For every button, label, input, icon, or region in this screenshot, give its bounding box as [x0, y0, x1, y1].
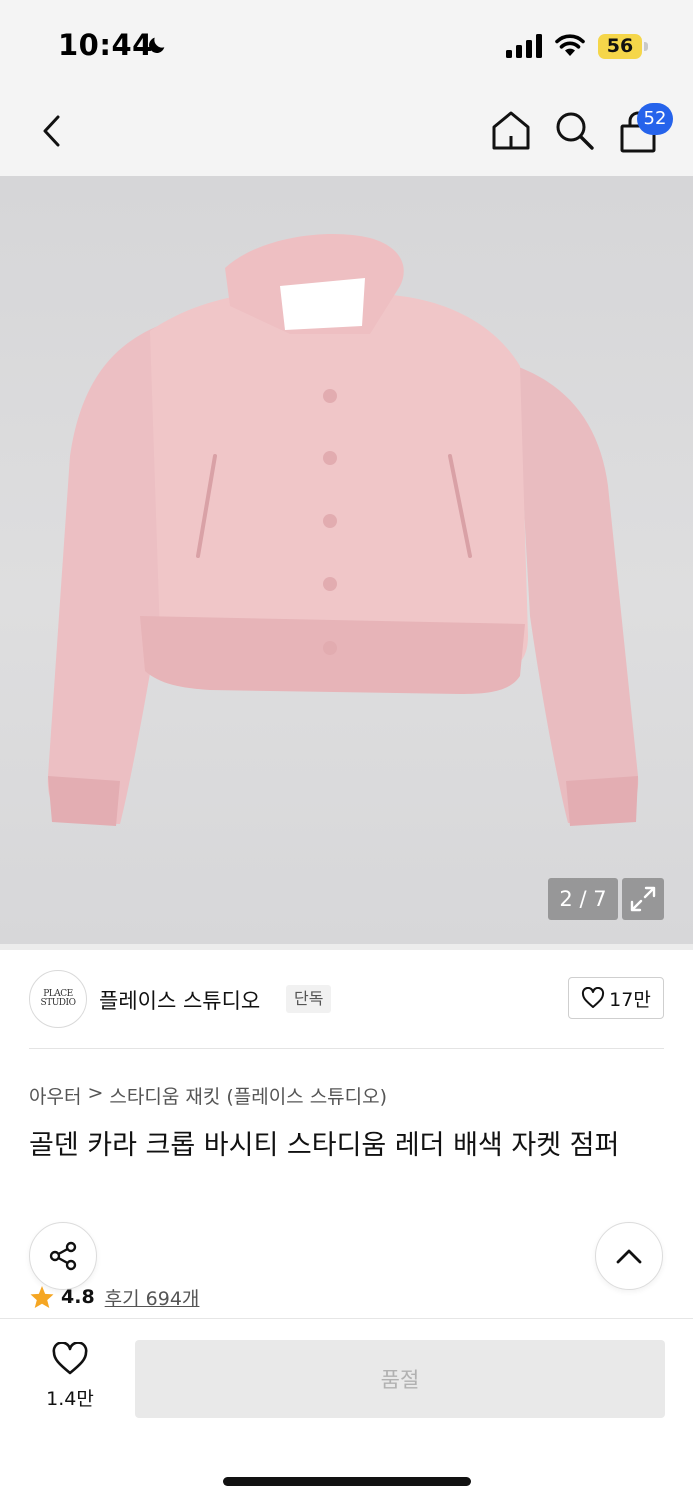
star-icon	[30, 1286, 54, 1308]
share-icon	[49, 1241, 77, 1271]
review-link[interactable]: 후기 694개	[105, 1284, 200, 1311]
product-image-gallery[interactable]	[0, 176, 693, 944]
brand-name[interactable]: 플레이스 스튜디오	[99, 985, 260, 1015]
home-indicator	[223, 1477, 471, 1486]
share-button[interactable]	[29, 1222, 97, 1290]
home-icon[interactable]	[489, 108, 533, 152]
scroll-top-button[interactable]	[595, 1222, 663, 1290]
brand-logo[interactable]: PLACE STUDIO	[29, 970, 87, 1028]
wifi-icon	[555, 34, 585, 56]
expand-button[interactable]	[622, 878, 664, 920]
moon-icon	[149, 37, 165, 53]
bottom-divider	[0, 1318, 693, 1319]
status-time: 10:44	[58, 28, 153, 62]
soldout-button[interactable]: 품절	[135, 1340, 665, 1418]
battery-tip	[644, 42, 648, 51]
brand-like-button[interactable]: 17만	[568, 977, 664, 1019]
status-bar: 10:44 56	[0, 0, 693, 90]
rating-row: 4.8 후기 694개	[29, 1282, 199, 1312]
heart-icon	[582, 987, 605, 1008]
back-icon	[43, 115, 60, 147]
search-icon[interactable]	[552, 108, 596, 152]
wishlist-count: 1.4만	[46, 1388, 94, 1410]
battery-level: 56	[606, 35, 634, 57]
image-counter: 2 / 7	[548, 878, 618, 920]
brand-logo-text: PLACE STUDIO	[40, 989, 76, 1008]
breadcrumb: 아우터 > 스타디움 재킷 (플레이스 스튜디오)	[29, 1082, 387, 1109]
brand-like-count: 17만	[609, 988, 651, 1011]
product-title: 골덴 카라 크롭 바시티 스타디움 레더 배색 자켓 점퍼	[29, 1130, 620, 1161]
exclusive-badge: 단독	[286, 985, 332, 1013]
breadcrumb-separator: >	[87, 1082, 104, 1104]
battery-icon: 56	[598, 34, 648, 59]
wishlist-button[interactable]: 1.4만	[29, 1342, 111, 1418]
rating-value: 4.8	[61, 1286, 95, 1308]
section-divider	[0, 944, 693, 950]
heart-icon	[52, 1342, 88, 1375]
brand-divider	[29, 1048, 664, 1049]
breadcrumb-category[interactable]: 아우터	[29, 1082, 81, 1109]
signal-icon	[506, 34, 542, 58]
breadcrumb-subcategory[interactable]: 스타디움 재킷 (플레이스 스튜디오)	[109, 1082, 387, 1109]
nav-bar	[0, 90, 693, 176]
cart-badge: 52	[637, 103, 673, 135]
expand-icon	[630, 886, 656, 912]
chevron-up-icon	[616, 1249, 642, 1264]
product-photo-jacket	[47, 233, 639, 826]
back-button[interactable]	[32, 110, 72, 152]
